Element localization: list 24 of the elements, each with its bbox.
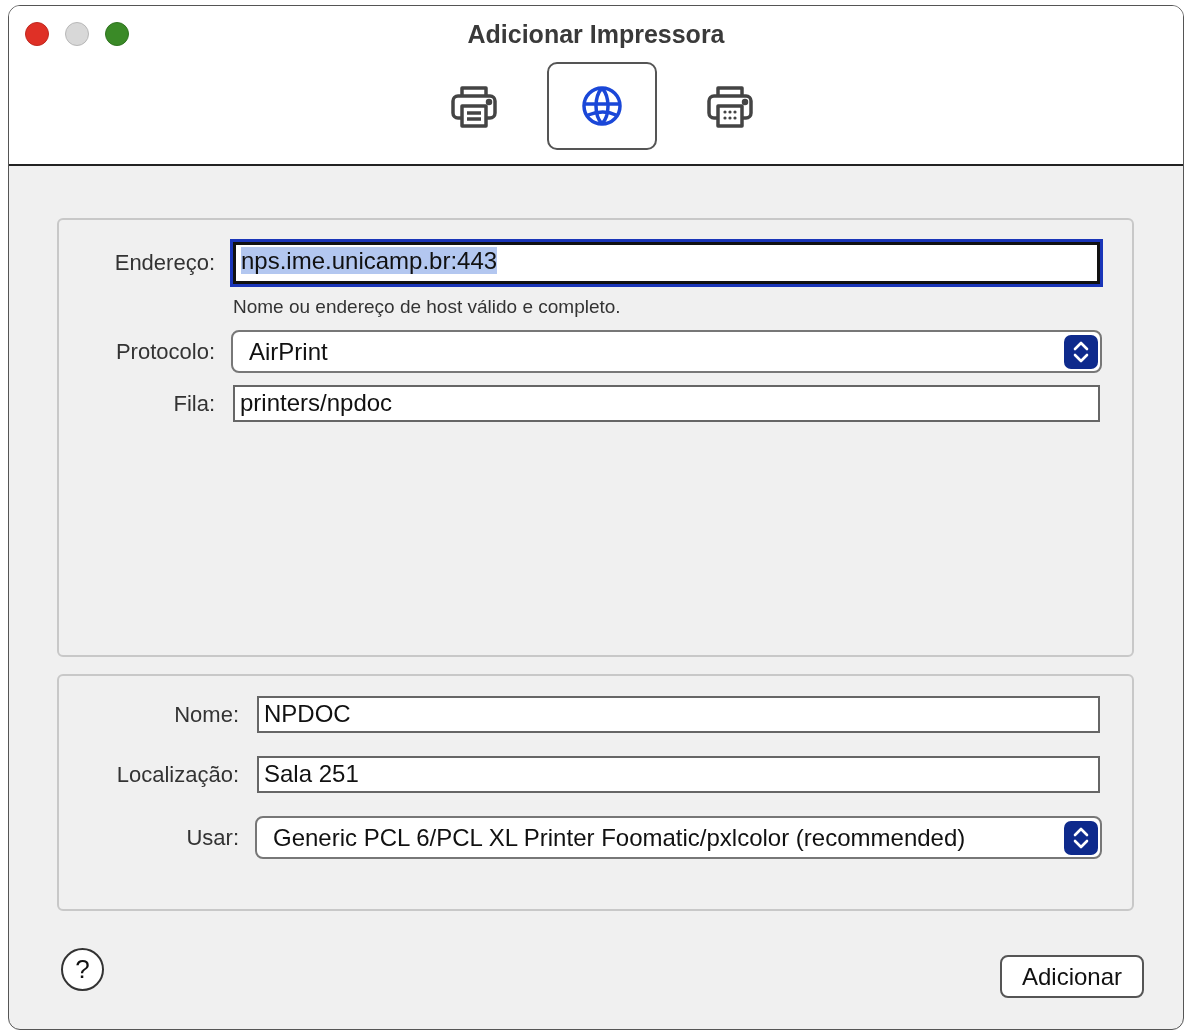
close-button[interactable] <box>25 22 49 46</box>
input-field[interactable]: nps.ime.unicamp.br:443 <box>233 242 1100 284</box>
chevron-icon <box>1064 820 1098 855</box>
field-label: Usar: <box>185 824 239 851</box>
popup-button[interactable]: AirPrint <box>231 330 1102 373</box>
input-field[interactable]: Sala 251 <box>257 756 1100 793</box>
add-button[interactable]: Adicionar <box>999 955 1144 998</box>
field-label: Nome: <box>173 701 239 728</box>
field-label: Localização: <box>115 761 239 788</box>
input-field[interactable]: NPDOC <box>257 696 1100 733</box>
input-field[interactable]: printers/npdoc <box>233 385 1100 422</box>
window-title: Adicionar Impressora <box>467 19 725 49</box>
field-label: Endereço: <box>113 250 215 276</box>
popup-button[interactable]: Generic PCL 6/PCL XL Printer Foomatic/pxlcolor (recommended) <box>255 816 1102 859</box>
help-button[interactable]: ? <box>61 948 104 991</box>
printer-icon <box>450 84 498 128</box>
zoom-button[interactable] <box>105 22 129 46</box>
toolbar-tab[interactable] <box>547 62 657 150</box>
hint-text: Nome ou endereço de host válido e completo. <box>232 296 622 318</box>
printer-icon <box>706 84 754 128</box>
field-label: Fila: <box>172 390 215 417</box>
globe-icon <box>580 84 624 128</box>
field-label: Protocolo: <box>114 338 215 365</box>
chevron-icon <box>1064 334 1098 369</box>
